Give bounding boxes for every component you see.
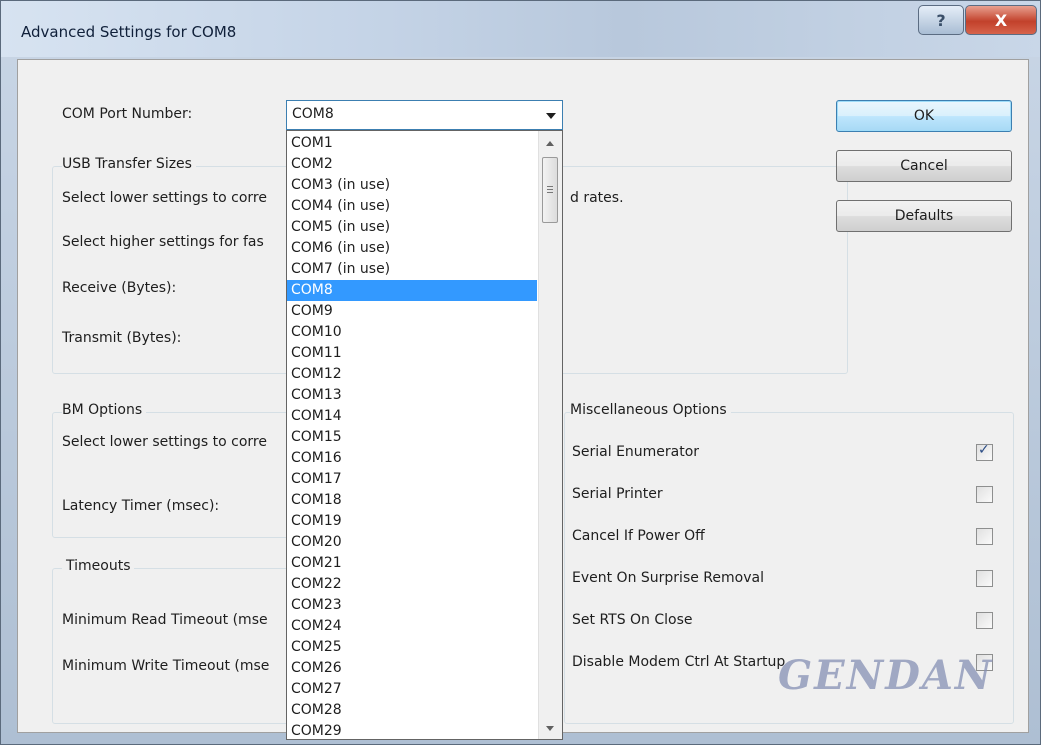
timeouts-title: Timeouts xyxy=(62,558,135,574)
dropdown-item[interactable]: COM5 (in use) xyxy=(287,217,537,238)
serial-printer-label: Serial Printer xyxy=(572,486,663,502)
dropdown-item[interactable]: COM26 xyxy=(287,658,537,679)
dropdown-item[interactable]: COM16 xyxy=(287,448,537,469)
dropdown-item[interactable]: COM17 xyxy=(287,469,537,490)
latency-timer-label: Latency Timer (msec): xyxy=(62,498,220,514)
ok-button[interactable]: OK xyxy=(836,100,1012,132)
dropdown-item[interactable]: COM21 xyxy=(287,553,537,574)
help-icon: ? xyxy=(936,10,946,30)
dropdown-item[interactable]: COM29 xyxy=(287,721,537,739)
cancel-if-power-off-checkbox[interactable] xyxy=(976,528,993,545)
dropdown-item[interactable]: COM7 (in use) xyxy=(287,259,537,280)
dropdown-item[interactable]: COM27 xyxy=(287,679,537,700)
dropdown-item[interactable]: COM20 xyxy=(287,532,537,553)
usb-info-line1-end: d rates. xyxy=(570,190,624,206)
serial-enumerator-label: Serial Enumerator xyxy=(572,444,700,460)
dropdown-item[interactable]: COM19 xyxy=(287,511,537,532)
dropdown-item[interactable]: COM10 xyxy=(287,322,537,343)
misc-options-title: Miscellaneous Options xyxy=(570,402,731,418)
min-read-timeout-label: Minimum Read Timeout (mse xyxy=(62,612,268,628)
com-port-dropdown-list[interactable]: COM1 COM2 COM3 (in use) COM4 (in use) COM5 (… xyxy=(286,130,563,740)
min-write-timeout-label: Minimum Write Timeout (mse xyxy=(62,658,270,674)
dropdown-item[interactable]: COM13 xyxy=(287,385,537,406)
dropdown-item[interactable]: COM12 xyxy=(287,364,537,385)
receive-bytes-label: Receive (Bytes): xyxy=(62,280,177,296)
serial-enumerator-checkbox[interactable]: ✓ xyxy=(976,442,993,461)
chevron-down-icon[interactable] xyxy=(546,113,556,119)
dropdown-item[interactable]: COM28 xyxy=(287,700,537,721)
com-port-combobox[interactable]: COM8 xyxy=(286,100,563,130)
dialog-body: COM Port Number: USB Transfer Sizes Sele… xyxy=(17,59,1029,740)
usb-transfer-title: USB Transfer Sizes xyxy=(62,156,196,172)
scroll-down-icon[interactable] xyxy=(546,726,554,731)
dropdown-item[interactable]: COM11 xyxy=(287,343,537,364)
advanced-settings-dialog: Advanced Settings for COM8 ? X COM Port … xyxy=(0,0,1041,745)
dropdown-item[interactable]: COM8 xyxy=(287,280,537,301)
event-on-surprise-removal-label: Event On Surprise Removal xyxy=(572,570,764,586)
cancel-if-power-off-label: Cancel If Power Off xyxy=(572,528,705,544)
dropdown-item[interactable]: COM14 xyxy=(287,406,537,427)
grip-line xyxy=(547,186,553,187)
help-button[interactable]: ? xyxy=(918,5,964,35)
grip-line xyxy=(547,192,553,193)
usb-info-line1-start: Select lower settings to corre xyxy=(62,190,267,206)
dropdown-item[interactable]: COM3 (in use) xyxy=(287,175,537,196)
scroll-thumb[interactable] xyxy=(542,157,558,223)
scroll-up-icon[interactable] xyxy=(546,141,554,146)
bm-info-line1: Select lower settings to corre xyxy=(62,434,267,450)
serial-printer-checkbox[interactable] xyxy=(976,486,993,503)
transmit-bytes-label: Transmit (Bytes): xyxy=(62,330,182,346)
close-icon: X xyxy=(994,10,1008,30)
dropdown-item[interactable]: COM4 (in use) xyxy=(287,196,537,217)
dropdown-item[interactable]: COM23 xyxy=(287,595,537,616)
dropdown-item[interactable]: COM6 (in use) xyxy=(287,238,537,259)
title-bar[interactable]: Advanced Settings for COM8 ? X xyxy=(1,1,1040,57)
check-icon: ✓ xyxy=(978,442,990,458)
set-rts-on-close-checkbox[interactable] xyxy=(976,612,993,629)
close-button[interactable]: X xyxy=(965,5,1037,35)
dropdown-item[interactable]: COM2 xyxy=(287,154,537,175)
dropdown-item[interactable]: COM18 xyxy=(287,490,537,511)
dropdown-item[interactable]: COM1 xyxy=(287,133,537,154)
dropdown-item[interactable]: COM25 xyxy=(287,637,537,658)
event-on-surprise-removal-checkbox[interactable] xyxy=(976,570,993,587)
set-rts-on-close-label: Set RTS On Close xyxy=(572,612,693,628)
disable-modem-ctrl-label: Disable Modem Ctrl At Startup xyxy=(572,654,786,670)
grip-line xyxy=(547,189,553,190)
cancel-button[interactable]: Cancel xyxy=(836,150,1012,182)
dropdown-item[interactable]: COM9 xyxy=(287,301,537,322)
usb-info-line2: Select higher settings for fas xyxy=(62,234,264,250)
bm-options-title: BM Options xyxy=(62,402,147,418)
dropdown-item[interactable]: COM24 xyxy=(287,616,537,637)
dropdown-item[interactable]: COM15 xyxy=(287,427,537,448)
com-port-selected-value: COM8 xyxy=(292,106,334,122)
com-port-label: COM Port Number: xyxy=(62,106,193,122)
dropdown-item[interactable]: COM22 xyxy=(287,574,537,595)
window-title: Advanced Settings for COM8 xyxy=(21,23,237,41)
gendan-watermark: GENDAN xyxy=(778,652,994,699)
dropdown-scrollbar[interactable] xyxy=(538,131,562,739)
defaults-button[interactable]: Defaults xyxy=(836,200,1012,232)
